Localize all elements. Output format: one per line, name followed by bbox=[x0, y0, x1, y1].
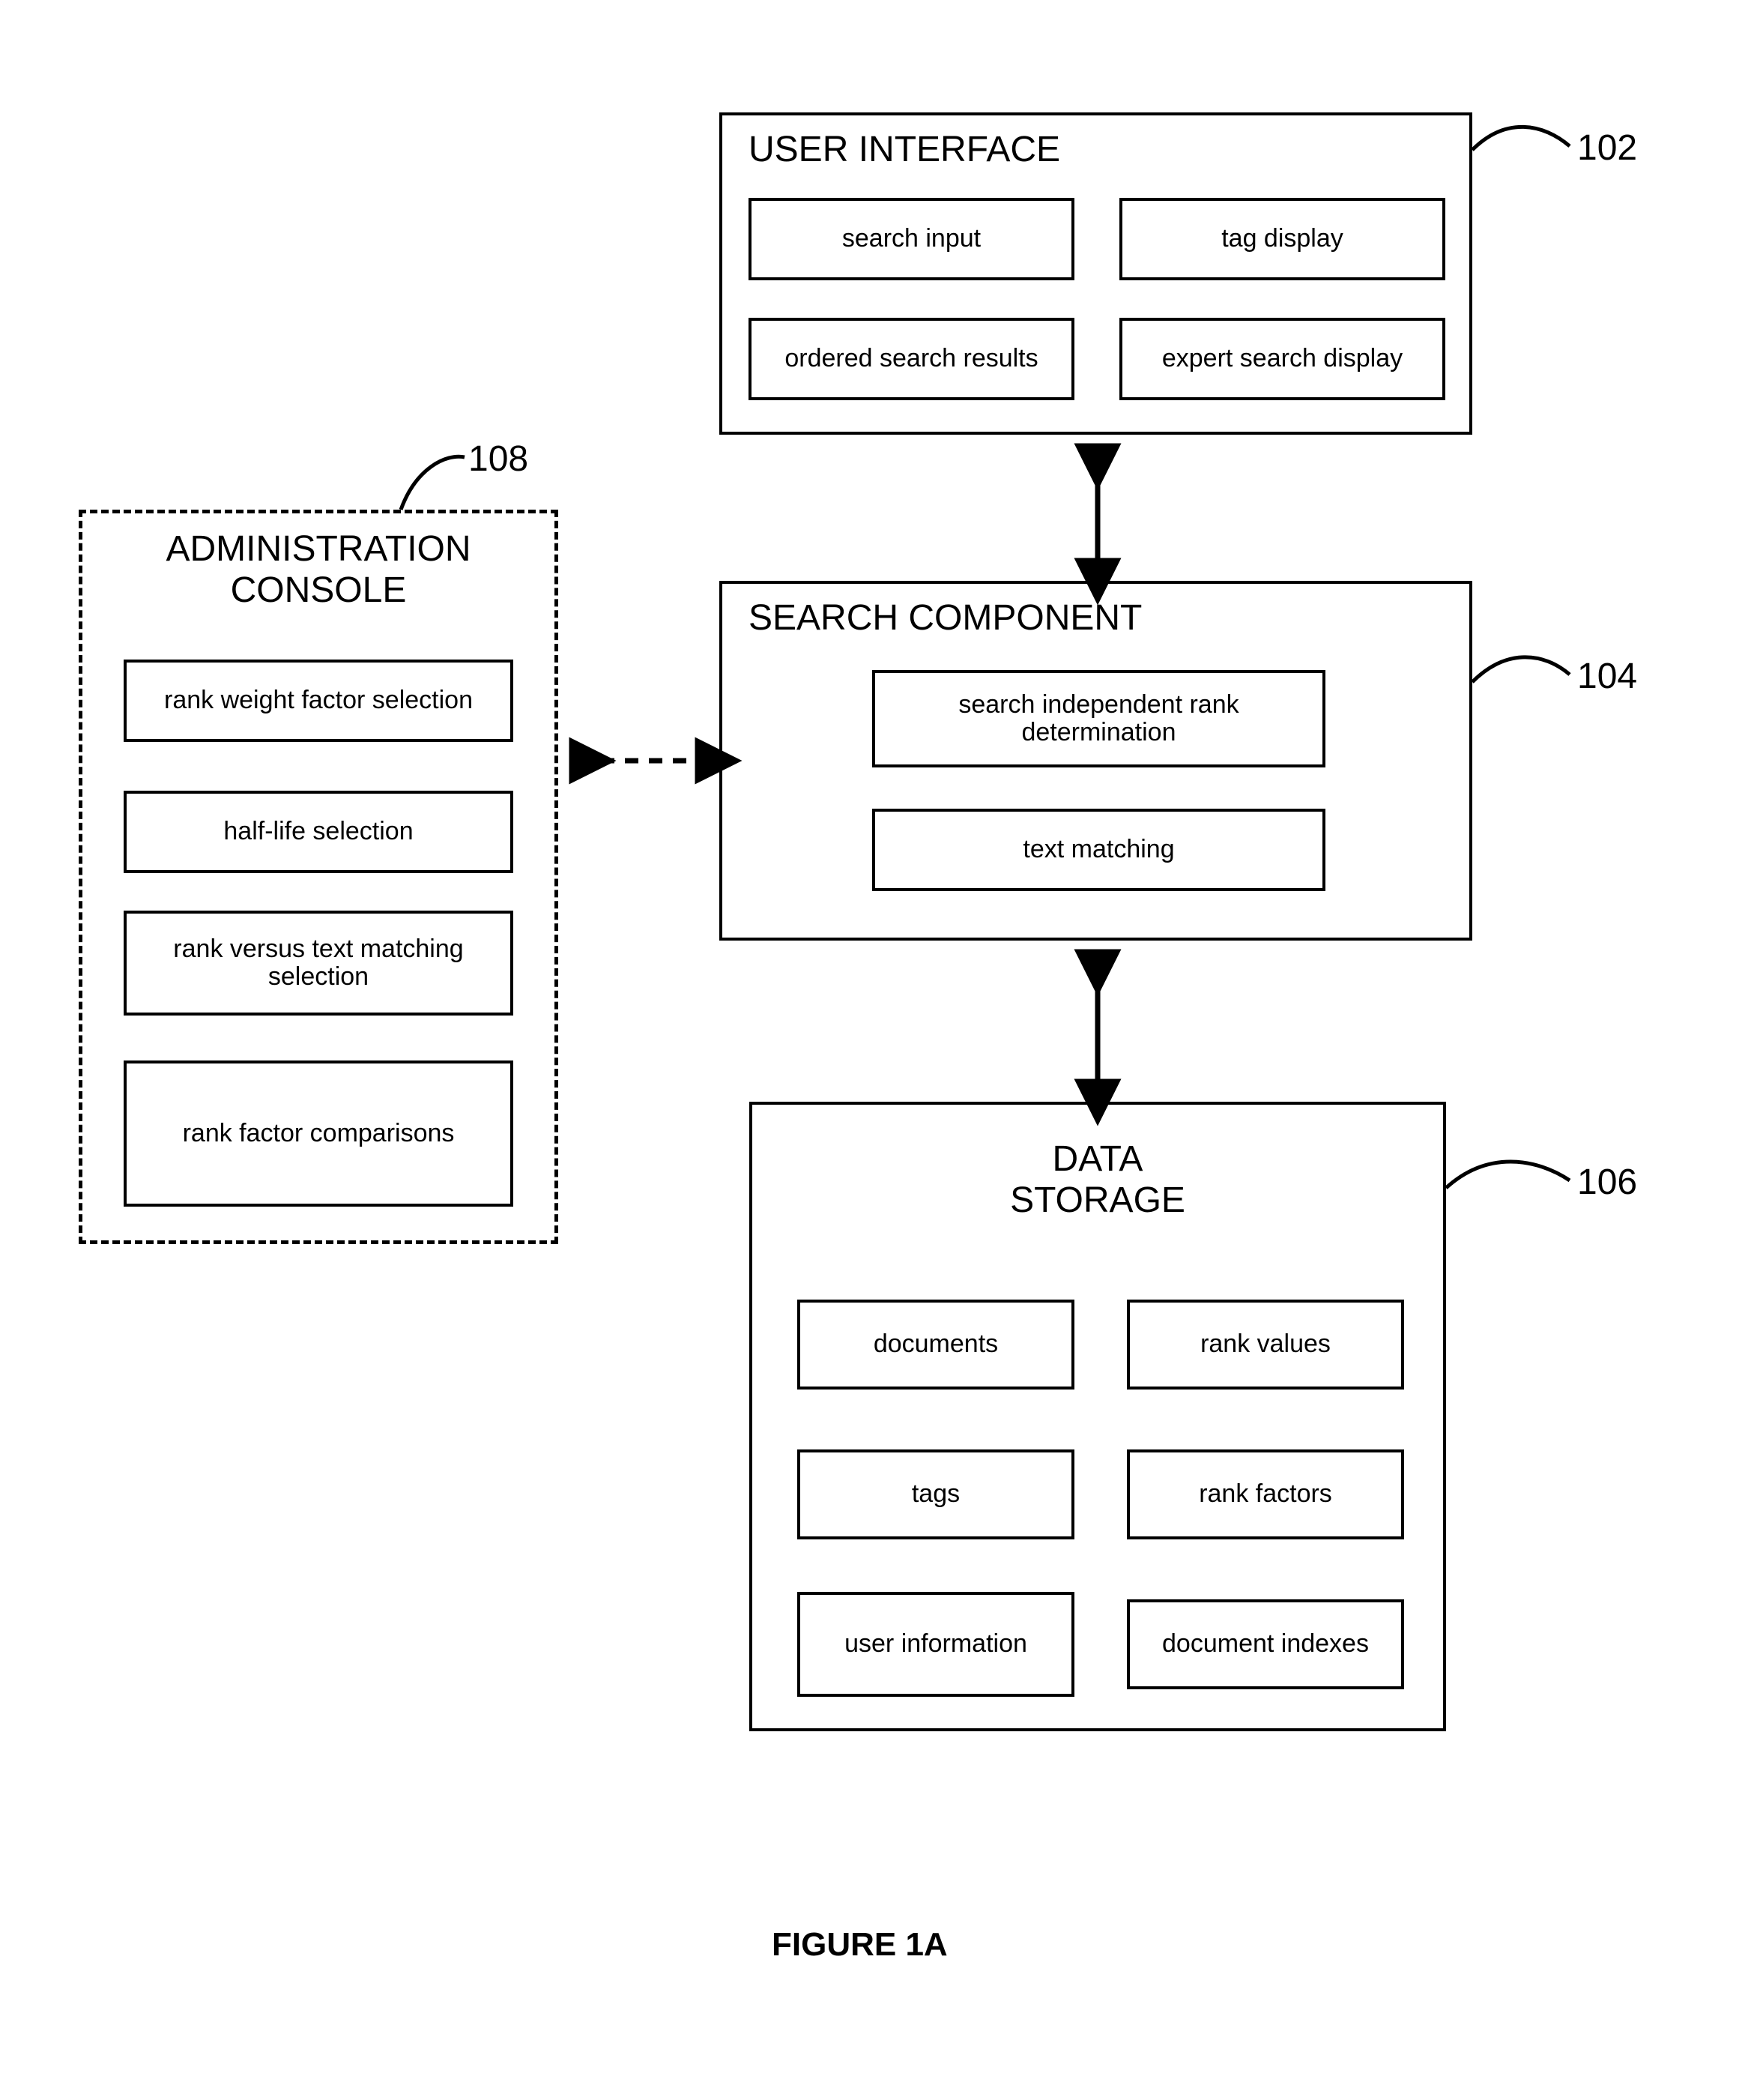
ref-admin: 108 bbox=[468, 438, 528, 480]
figure-caption: FIGURE 1A bbox=[772, 1926, 948, 1964]
data-storage-title: DATA STORAGE bbox=[752, 1138, 1443, 1221]
sc-item-rank-determination: search independent rank determination bbox=[872, 670, 1325, 767]
admin-console-block: ADMINISTRATION CONSOLE ADMINISTRATION CO… bbox=[79, 510, 558, 1244]
ref-ui: 102 bbox=[1577, 127, 1637, 169]
user-interface-block: USER INTERFACE search input tag display … bbox=[719, 112, 1472, 435]
ac-item-rank-comparisons: rank factor comparisons bbox=[124, 1060, 513, 1207]
ds-item-rank-factors: rank factors bbox=[1127, 1449, 1404, 1539]
ac-item-rank-vs-text: rank versus text matching selection bbox=[124, 911, 513, 1016]
ac-item-half-life: half-life selection bbox=[124, 791, 513, 873]
ac-item-rank-weight: rank weight factor selection bbox=[124, 660, 513, 742]
ds-item-doc-indexes: document indexes bbox=[1127, 1599, 1404, 1689]
ds-item-tags: tags bbox=[797, 1449, 1074, 1539]
admin-console-title: ADMINISTRATION CONSOLE bbox=[82, 528, 554, 611]
sc-item-text-matching: text matching bbox=[872, 809, 1325, 891]
ui-item-tag-display: tag display bbox=[1119, 198, 1445, 280]
user-interface-title: USER INTERFACE bbox=[749, 129, 1060, 170]
ui-item-expert-search: expert search display bbox=[1119, 318, 1445, 400]
ui-item-ordered-results: ordered search results bbox=[749, 318, 1074, 400]
ui-item-search-input: search input bbox=[749, 198, 1074, 280]
ref-search: 104 bbox=[1577, 656, 1637, 697]
data-storage-block: DATA STORAGE DATA STORAGE documents rank… bbox=[749, 1102, 1446, 1731]
search-component-block: SEARCH COMPONENT search independent rank… bbox=[719, 581, 1472, 941]
ds-item-rank-values: rank values bbox=[1127, 1300, 1404, 1390]
ds-item-user-info: user information bbox=[797, 1592, 1074, 1697]
diagram-canvas: { "figure_caption": "FIGURE 1A", "refs":… bbox=[0, 0, 1757, 2100]
search-component-title: SEARCH COMPONENT bbox=[749, 597, 1142, 639]
ds-item-documents: documents bbox=[797, 1300, 1074, 1390]
ref-data: 106 bbox=[1577, 1162, 1637, 1203]
